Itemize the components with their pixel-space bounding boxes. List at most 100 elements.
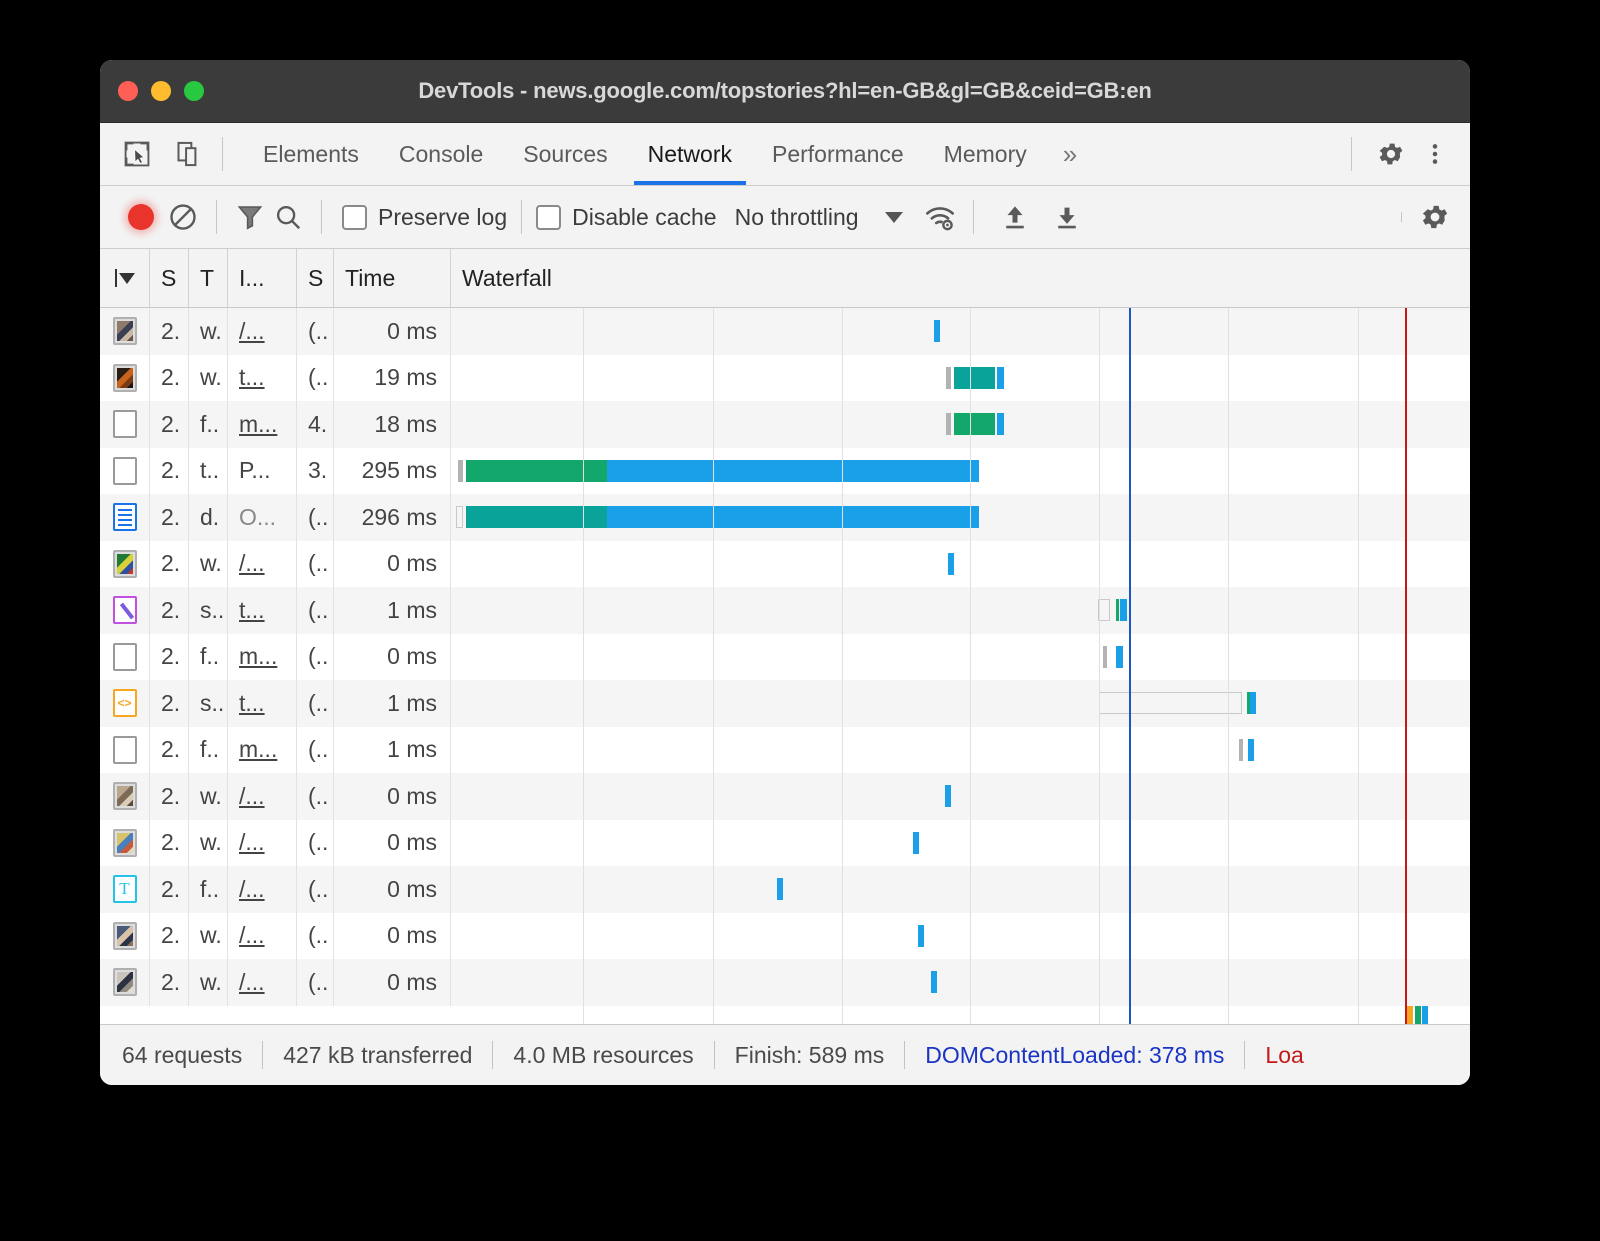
requests-table-body[interactable]: 2.w./...(..0 ms2.w.t...(..19 ms2.f..m...… xyxy=(100,308,1470,1024)
close-button[interactable] xyxy=(118,81,138,101)
preserve-log-checkbox[interactable]: Preserve log xyxy=(342,204,507,231)
row-initiator-cell[interactable]: t... xyxy=(228,587,297,634)
device-toolbar-icon[interactable] xyxy=(170,135,208,173)
tab-memory[interactable]: Memory xyxy=(924,123,1047,185)
column-header-waterfall[interactable]: Waterfall xyxy=(451,249,1470,307)
row-size-cell-text: 4. xyxy=(308,411,327,438)
row-time-cell: 0 ms xyxy=(334,820,451,867)
chevron-down-icon[interactable] xyxy=(885,212,903,223)
column-header-type[interactable]: T xyxy=(189,249,228,307)
tabstrip-right-divider xyxy=(1351,137,1352,171)
preserve-log-box[interactable] xyxy=(342,205,367,230)
column-header-status[interactable]: S xyxy=(150,249,189,307)
table-row[interactable]: 2.w./...(..0 ms xyxy=(100,959,1470,1006)
row-initiator-cell[interactable]: /... xyxy=(228,773,297,820)
table-row[interactable]: 2.w./...(..0 ms xyxy=(100,820,1470,867)
row-initiator-cell-text: O... xyxy=(239,504,276,531)
tab-sources[interactable]: Sources xyxy=(503,123,627,185)
column-header-sort[interactable] xyxy=(100,249,150,307)
row-status-cell: 2. xyxy=(150,587,189,634)
row-size-cell: (.. xyxy=(297,355,334,402)
row-time-cell: 1 ms xyxy=(334,680,451,727)
row-size-cell: 3. xyxy=(297,448,334,495)
row-initiator-cell[interactable]: t... xyxy=(228,355,297,402)
table-row[interactable]: 2.f..m...(..1 ms xyxy=(100,727,1470,774)
table-row[interactable]: 2.s..t...(..1 ms xyxy=(100,587,1470,634)
gear-icon[interactable] xyxy=(1372,135,1410,173)
row-initiator-cell[interactable]: /... xyxy=(228,308,297,355)
row-initiator-cell[interactable]: m... xyxy=(228,401,297,448)
waterfall-segment-hollow xyxy=(1099,692,1242,714)
row-type-cell: d. xyxy=(189,494,228,541)
column-header-size[interactable]: S xyxy=(297,249,334,307)
row-type-cell-text: d. xyxy=(200,504,219,531)
inspect-element-icon[interactable] xyxy=(118,135,156,173)
row-size-cell-text: (.. xyxy=(308,643,328,670)
search-icon[interactable] xyxy=(269,198,307,236)
row-time-cell-text: 0 ms xyxy=(387,318,437,345)
tab-network[interactable]: Network xyxy=(628,123,752,185)
upload-har-icon[interactable] xyxy=(996,198,1034,236)
row-initiator-cell[interactable]: m... xyxy=(228,634,297,681)
table-row[interactable]: 2.w./...(..0 ms xyxy=(100,308,1470,355)
row-size-cell-text: (.. xyxy=(308,876,328,903)
row-type-cell-text: f.. xyxy=(200,736,219,763)
disable-cache-checkbox[interactable]: Disable cache xyxy=(536,204,716,231)
table-row[interactable]: 2.w./...(..0 ms xyxy=(100,913,1470,960)
minimize-button[interactable] xyxy=(151,81,171,101)
more-vertical-icon[interactable] xyxy=(1416,135,1454,173)
table-row[interactable]: 2.w./...(..0 ms xyxy=(100,541,1470,588)
column-header-initiator[interactable]: I... xyxy=(228,249,297,307)
row-time-cell-text: 1 ms xyxy=(387,597,437,624)
network-conditions-icon[interactable] xyxy=(921,198,959,236)
row-time-cell: 0 ms xyxy=(334,866,451,913)
disable-cache-box[interactable] xyxy=(536,205,561,230)
row-initiator-cell[interactable]: t... xyxy=(228,680,297,727)
tab-elements[interactable]: Elements xyxy=(243,123,379,185)
row-initiator-cell[interactable]: m... xyxy=(228,727,297,774)
row-type-cell-text: s.. xyxy=(200,690,224,717)
column-header-time[interactable]: Time xyxy=(334,249,451,307)
record-button[interactable] xyxy=(128,204,154,230)
row-status-cell: 2. xyxy=(150,401,189,448)
table-row[interactable]: 2.f../...(..0 ms xyxy=(100,866,1470,913)
row-waterfall-cell xyxy=(451,494,1470,541)
row-size-cell-text: (.. xyxy=(308,783,328,810)
more-tabs-chevron-icon[interactable]: » xyxy=(1047,123,1093,185)
table-row[interactable]: 2.f..m...4.18 ms xyxy=(100,401,1470,448)
maximize-button[interactable] xyxy=(184,81,204,101)
row-initiator-cell[interactable]: /... xyxy=(228,866,297,913)
download-har-icon[interactable] xyxy=(1048,198,1086,236)
clear-icon[interactable] xyxy=(164,198,202,236)
table-row[interactable]: 2.d.O...(..296 ms xyxy=(100,494,1470,541)
filter-icon[interactable] xyxy=(231,198,269,236)
resource-generic-icon xyxy=(113,643,137,671)
row-time-cell-text: 0 ms xyxy=(387,876,437,903)
table-row[interactable]: 2.w.t...(..19 ms xyxy=(100,355,1470,402)
tabstrip-divider xyxy=(222,137,223,171)
row-initiator-cell[interactable]: /... xyxy=(228,959,297,1006)
row-type-cell-text: t.. xyxy=(200,457,219,484)
waterfall-segment-wait xyxy=(1116,599,1119,621)
row-initiator-cell[interactable]: /... xyxy=(228,541,297,588)
row-initiator-cell[interactable]: /... xyxy=(228,820,297,867)
table-row[interactable]: 2.w./...(..0 ms xyxy=(100,773,1470,820)
row-waterfall-cell xyxy=(451,866,1470,913)
row-type-cell: f.. xyxy=(189,634,228,681)
row-waterfall-cell xyxy=(451,634,1470,681)
throttling-select[interactable]: No throttling xyxy=(735,204,903,231)
row-time-cell-text: 296 ms xyxy=(362,504,437,531)
row-waterfall-cell xyxy=(451,680,1470,727)
row-type-cell-text: w. xyxy=(200,364,222,391)
row-initiator-cell-text: P... xyxy=(239,457,271,484)
table-row[interactable]: 2.s..t...(..1 ms xyxy=(100,680,1470,727)
network-settings-gear-icon[interactable] xyxy=(1416,198,1454,236)
devtools-tabstrip: Elements Console Sources Network Perform… xyxy=(100,123,1470,186)
table-row[interactable]: 2.t..P...3.295 ms xyxy=(100,448,1470,495)
resource-thumbnail-icon xyxy=(113,782,137,810)
table-row[interactable]: 2.f..m...(..0 ms xyxy=(100,634,1470,681)
tab-console[interactable]: Console xyxy=(379,123,503,185)
row-type-icon-cell xyxy=(100,448,150,495)
row-initiator-cell[interactable]: /... xyxy=(228,913,297,960)
tab-performance[interactable]: Performance xyxy=(752,123,924,185)
